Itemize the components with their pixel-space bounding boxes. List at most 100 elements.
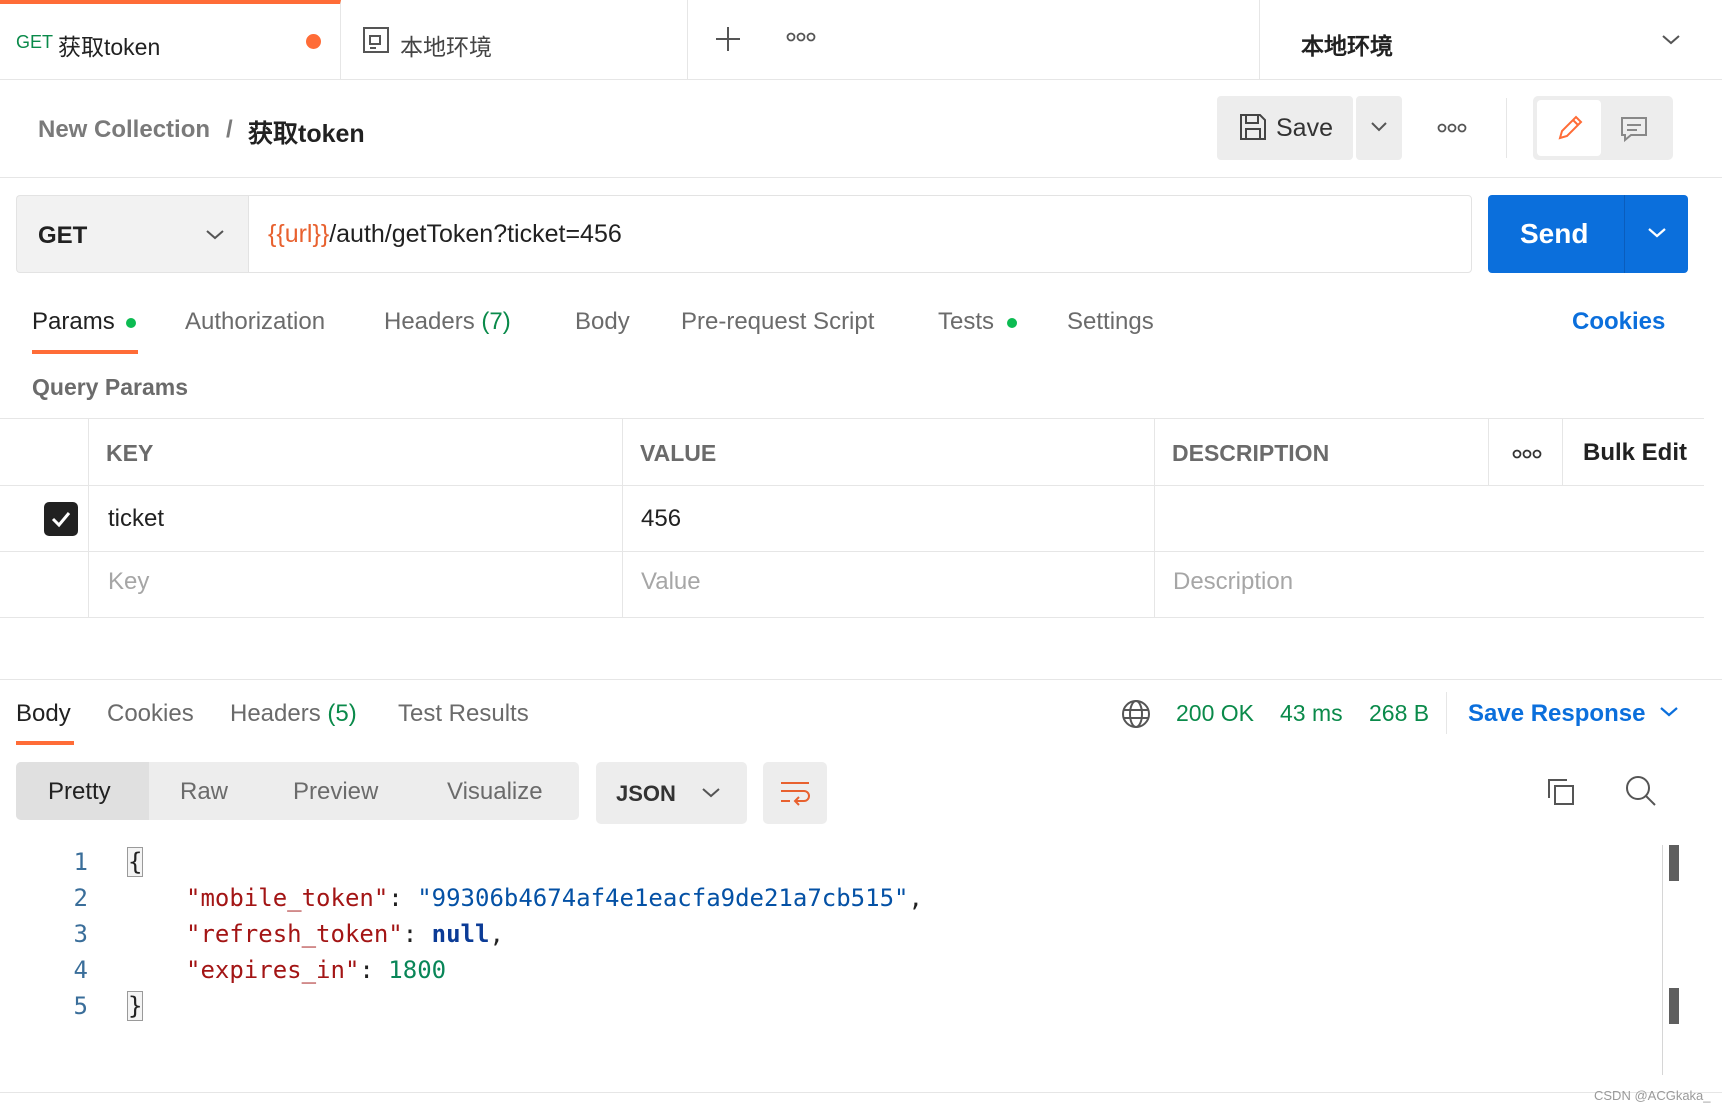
globe-icon[interactable]: [1120, 698, 1152, 730]
cookies-link[interactable]: Cookies: [1572, 308, 1665, 336]
response-tab-body[interactable]: Body: [16, 700, 71, 728]
tab-body[interactable]: Body: [575, 308, 630, 336]
json-comma: ,: [489, 920, 504, 948]
json-line-refresh-token: "refresh_token": null,: [186, 920, 504, 948]
json-key: "refresh_token": [186, 920, 403, 948]
response-headers-label: Headers: [230, 700, 321, 727]
table-border: [0, 418, 1704, 419]
method-value: GET: [38, 222, 88, 249]
breadcrumb-request[interactable]: 获取token: [248, 114, 365, 150]
new-tab-plus-icon[interactable]: [714, 25, 742, 53]
response-size[interactable]: 268 B: [1369, 700, 1429, 727]
tab-title: 获取token: [58, 34, 161, 60]
json-key: "mobile_token": [186, 884, 389, 912]
format-value: JSON: [616, 781, 676, 806]
tab-local-env[interactable]: [342, 0, 688, 80]
table-border: [1488, 418, 1489, 485]
json-colon: :: [402, 920, 432, 948]
url-path: /auth/getToken?ticket=456: [329, 220, 622, 248]
footer-divider: [0, 1092, 1722, 1093]
view-pretty[interactable]: Pretty: [48, 778, 111, 806]
divider: [1506, 98, 1507, 158]
bulk-edit-button[interactable]: Bulk Edit: [1583, 439, 1687, 467]
tab-tests[interactable]: Tests: [938, 308, 994, 336]
line-number: 2: [73, 884, 88, 912]
json-null-value: null: [431, 920, 490, 948]
tab-headers[interactable]: Headers (7): [384, 308, 511, 336]
line-number: 5: [73, 992, 88, 1020]
table-border: [88, 418, 89, 617]
send-label: Send: [1520, 218, 1589, 249]
chevron-down-icon[interactable]: [1646, 225, 1668, 243]
environment-selected: 本地环境: [1301, 33, 1393, 59]
json-line-expires-in: "expires_in": 1800: [186, 956, 446, 984]
line-number: 3: [73, 920, 88, 948]
more-actions-icon[interactable]: [1437, 122, 1467, 134]
tab-settings[interactable]: Settings: [1067, 308, 1154, 336]
table-border: [1154, 418, 1155, 617]
tab-headers-label: Headers: [384, 308, 475, 335]
json-number-value: 1800: [388, 956, 447, 984]
divider: [1624, 195, 1625, 273]
scrollbar-track[interactable]: [1662, 845, 1663, 1075]
column-header-description: DESCRIPTION: [1172, 440, 1330, 466]
response-tab-headers[interactable]: Headers (5): [230, 700, 357, 728]
new-param-key-input[interactable]: Key: [108, 568, 149, 596]
url-variable: {{url}}: [268, 220, 330, 248]
new-param-description-input[interactable]: Description: [1173, 568, 1293, 596]
param-key-cell[interactable]: ticket: [108, 505, 164, 533]
headers-count: (7): [481, 308, 511, 335]
save-response-button[interactable]: Save Response: [1468, 700, 1645, 728]
pencil-icon: [1555, 113, 1585, 143]
more-tabs-icon[interactable]: [786, 31, 816, 43]
query-params-title: Query Params: [32, 374, 188, 400]
table-border: [1562, 418, 1563, 485]
chevron-down-icon[interactable]: [1658, 703, 1680, 721]
json-string-value: "99306b4674af4e1eacfa9de21a7cb515": [417, 884, 909, 912]
scrollbar-marker: [1669, 845, 1679, 881]
json-colon: :: [359, 956, 389, 984]
response-divider: [0, 679, 1722, 680]
table-border: [0, 551, 1704, 552]
view-preview[interactable]: Preview: [293, 778, 378, 806]
response-tab-cookies[interactable]: Cookies: [107, 700, 194, 728]
params-indicator-dot: [126, 318, 136, 328]
response-time[interactable]: 43 ms: [1280, 700, 1343, 727]
tab-authorization[interactable]: Authorization: [185, 308, 325, 336]
divider: [1446, 692, 1447, 734]
json-comma: ,: [908, 884, 923, 912]
save-label: Save: [1276, 114, 1333, 142]
unsaved-dot: [306, 34, 321, 49]
active-tab-indicator: [32, 350, 138, 354]
chevron-down-icon: [700, 784, 722, 802]
search-icon[interactable]: [1624, 774, 1658, 808]
column-options-icon[interactable]: [1512, 448, 1542, 460]
column-header-key: KEY: [106, 440, 154, 466]
comment-icon[interactable]: [1619, 115, 1649, 143]
breadcrumb-collection[interactable]: New Collection: [38, 116, 210, 144]
scrollbar-marker: [1669, 988, 1679, 1024]
breadcrumb-separator: /: [226, 116, 233, 143]
json-line-mobile-token: "mobile_token": "99306b4674af4e1eacfa9de…: [186, 884, 923, 912]
new-param-value-input[interactable]: Value: [641, 568, 701, 596]
chevron-down-icon: [1369, 119, 1389, 135]
table-border: [0, 485, 1704, 486]
checkmark-icon: [48, 506, 74, 532]
response-tab-test-results[interactable]: Test Results: [398, 700, 529, 728]
table-border: [0, 617, 1704, 618]
response-headers-count: (5): [327, 700, 357, 727]
response-status[interactable]: 200 OK: [1176, 700, 1254, 727]
table-border: [622, 418, 623, 617]
view-raw[interactable]: Raw: [180, 778, 228, 806]
chevron-down-icon: [204, 226, 226, 244]
line-number: 4: [73, 956, 88, 984]
view-visualize[interactable]: Visualize: [447, 778, 543, 806]
chevron-down-icon: [1660, 30, 1682, 48]
save-icon: [1238, 112, 1268, 142]
copy-icon[interactable]: [1545, 776, 1577, 808]
tab-params[interactable]: Params: [32, 308, 115, 336]
tab-prerequest-script[interactable]: Pre-request Script: [681, 308, 874, 336]
line-number: 1: [73, 848, 88, 876]
divider: [0, 177, 1722, 178]
param-value-cell[interactable]: 456: [641, 505, 681, 533]
